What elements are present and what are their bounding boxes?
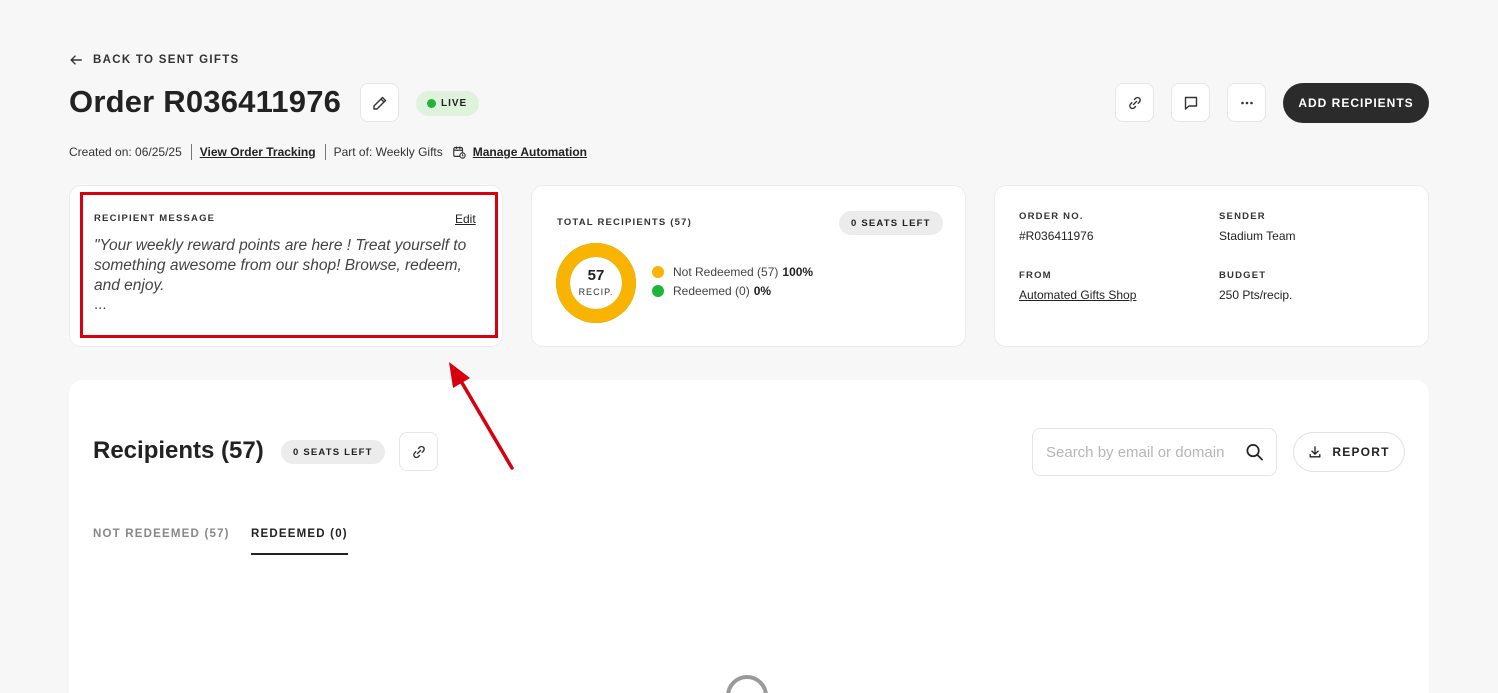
link-icon — [1128, 96, 1141, 109]
order-number-block: ORDER NO. #R036411976 — [1019, 211, 1094, 245]
add-recipients-button[interactable]: ADD RECIPIENTS — [1283, 83, 1429, 123]
total-recipients-label: TOTAL RECIPIENTS (57) — [557, 217, 692, 228]
comment-icon — [1184, 96, 1197, 110]
legend-not-redeemed: Not Redeemed (57) 100% — [652, 265, 813, 279]
back-to-sent-gifts-link[interactable]: BACK TO SENT GIFTS — [69, 53, 240, 67]
live-dot-icon — [427, 99, 436, 108]
not-redeemed-dot-icon — [652, 266, 664, 278]
part-of-label: Part of: Weekly Gifts — [333, 145, 443, 159]
divider — [190, 144, 192, 160]
divider — [324, 144, 326, 160]
report-button[interactable]: REPORT — [1293, 432, 1405, 472]
order-info-card — [994, 185, 1429, 347]
donut-unit: RECIP. — [578, 287, 614, 297]
donut-count: 57 — [587, 267, 605, 284]
download-icon — [1309, 446, 1321, 458]
sender-value: Stadium Team — [1219, 229, 1296, 243]
budget-value: 250 Pts/recip. — [1219, 288, 1293, 302]
created-date: Created on: 06/25/25 — [69, 145, 182, 159]
recipients-copy-link-button[interactable] — [399, 432, 438, 471]
automation-calendar-icon — [452, 146, 466, 159]
pencil-icon — [372, 96, 386, 110]
recipients-heading: Recipients (57) — [93, 437, 264, 464]
edit-title-button[interactable] — [360, 83, 399, 122]
recipients-seats-left-badge: 0 SEATS LEFT — [281, 440, 385, 464]
view-order-tracking-link[interactable]: View Order Tracking — [200, 145, 316, 159]
report-label: REPORT — [1332, 445, 1390, 459]
status-label: LIVE — [441, 98, 468, 109]
sender-block: SENDER Stadium Team — [1219, 211, 1295, 245]
order-no-label: ORDER NO. — [1019, 211, 1084, 222]
order-meta: Created on: 06/25/25 View Order Tracking… — [69, 144, 587, 160]
copy-link-button[interactable] — [1115, 83, 1154, 122]
redeemed-dot-icon — [652, 285, 664, 297]
budget-label: BUDGET — [1219, 270, 1267, 281]
arrow-left-icon — [70, 55, 82, 65]
recipient-message-label: RECIPIENT MESSAGE — [94, 213, 216, 224]
tab-not-redeemed[interactable]: NOT REDEEMED (57) — [93, 528, 230, 540]
legend-percent: 0% — [753, 284, 772, 298]
comment-button[interactable] — [1171, 83, 1210, 122]
tab-redeemed[interactable]: REDEEMED (0) — [251, 528, 348, 540]
recipient-search — [1032, 428, 1277, 476]
from-block: FROM Automated Gifts Shop — [1019, 270, 1136, 304]
manage-automation-link[interactable]: Manage Automation — [473, 145, 587, 159]
budget-block: BUDGET 250 Pts/recip. — [1219, 270, 1292, 304]
order-no-value: #R036411976 — [1019, 229, 1094, 243]
legend-redeemed: Redeemed (0) 0% — [652, 284, 771, 298]
legend-label: Not Redeemed (57) — [673, 265, 779, 279]
search-input[interactable] — [1046, 443, 1245, 461]
more-horizontal-icon — [1240, 101, 1253, 104]
order-detail-page: BACK TO SENT GIFTS Order R036411976 LIVE… — [0, 0, 1498, 693]
legend-percent: 100% — [782, 265, 814, 279]
more-options-button[interactable] — [1227, 83, 1266, 122]
seats-left-badge: 0 SEATS LEFT — [839, 211, 943, 235]
link-icon — [412, 445, 425, 458]
recipient-message-text: "Your weekly reward points are here ! Tr… — [94, 237, 467, 294]
search-icon[interactable] — [1245, 442, 1264, 462]
from-shop-link[interactable]: Automated Gifts Shop — [1019, 288, 1136, 302]
message-ellipsis: ... — [94, 296, 107, 313]
from-label: FROM — [1019, 270, 1052, 281]
legend-label: Redeemed (0) — [673, 284, 750, 298]
status-badge: LIVE — [416, 91, 480, 116]
edit-message-link[interactable]: Edit — [455, 212, 476, 226]
page-title: Order R036411976 — [69, 84, 342, 119]
back-link-label: BACK TO SENT GIFTS — [93, 54, 240, 66]
sender-label: SENDER — [1219, 211, 1266, 222]
active-tab-indicator — [251, 553, 348, 555]
